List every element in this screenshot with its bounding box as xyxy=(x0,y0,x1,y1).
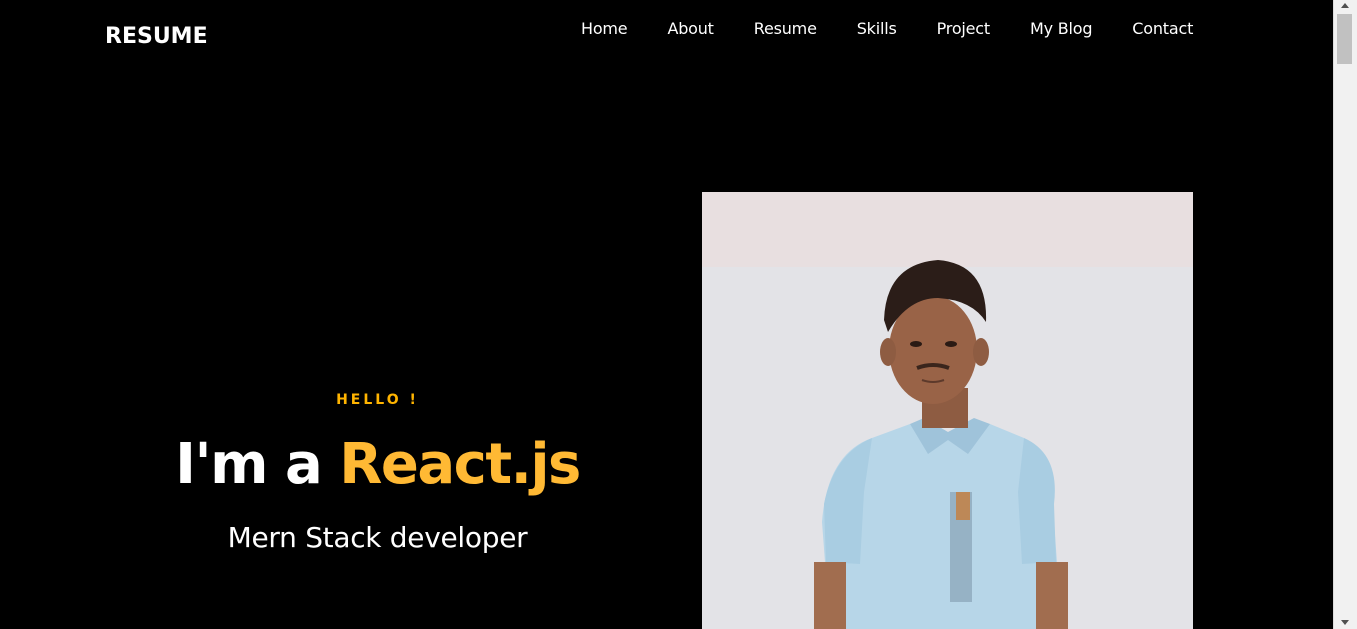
hero-headline-accent: React.js xyxy=(339,432,581,497)
nav-item-home[interactable]: Home xyxy=(581,19,628,39)
nav-item-skills[interactable]: Skills xyxy=(857,19,897,39)
hero-headline: I'm a React.js xyxy=(0,432,755,498)
scroll-down-arrow-icon[interactable] xyxy=(1341,620,1349,625)
nav-item-my-blog[interactable]: My Blog xyxy=(1030,19,1093,39)
hero-headline-prefix: I'm a xyxy=(175,432,340,497)
nav-item-resume[interactable]: Resume xyxy=(754,19,817,39)
nav-item-contact[interactable]: Contact xyxy=(1132,19,1193,39)
nav-item-project[interactable]: Project xyxy=(937,19,991,39)
profile-photo-illustration xyxy=(702,192,1193,629)
scrollbar-thumb[interactable] xyxy=(1337,14,1352,64)
site-logo[interactable]: RESUME xyxy=(105,24,208,50)
nav-item-about[interactable]: About xyxy=(667,19,714,39)
page-scrollbar[interactable] xyxy=(1333,0,1357,629)
hero-subtitle: Mern Stack developer xyxy=(227,521,528,554)
hero-greeting: HELLO ! xyxy=(336,392,419,408)
scroll-up-arrow-icon[interactable] xyxy=(1341,3,1349,8)
main-nav: Home About Resume Skills Project My Blog… xyxy=(581,19,1193,39)
hero-intro: HELLO ! I'm a React.js Mern Stack develo… xyxy=(0,390,755,556)
page: RESUME Home About Resume Skills Project … xyxy=(0,0,1357,629)
profile-photo xyxy=(702,192,1193,629)
